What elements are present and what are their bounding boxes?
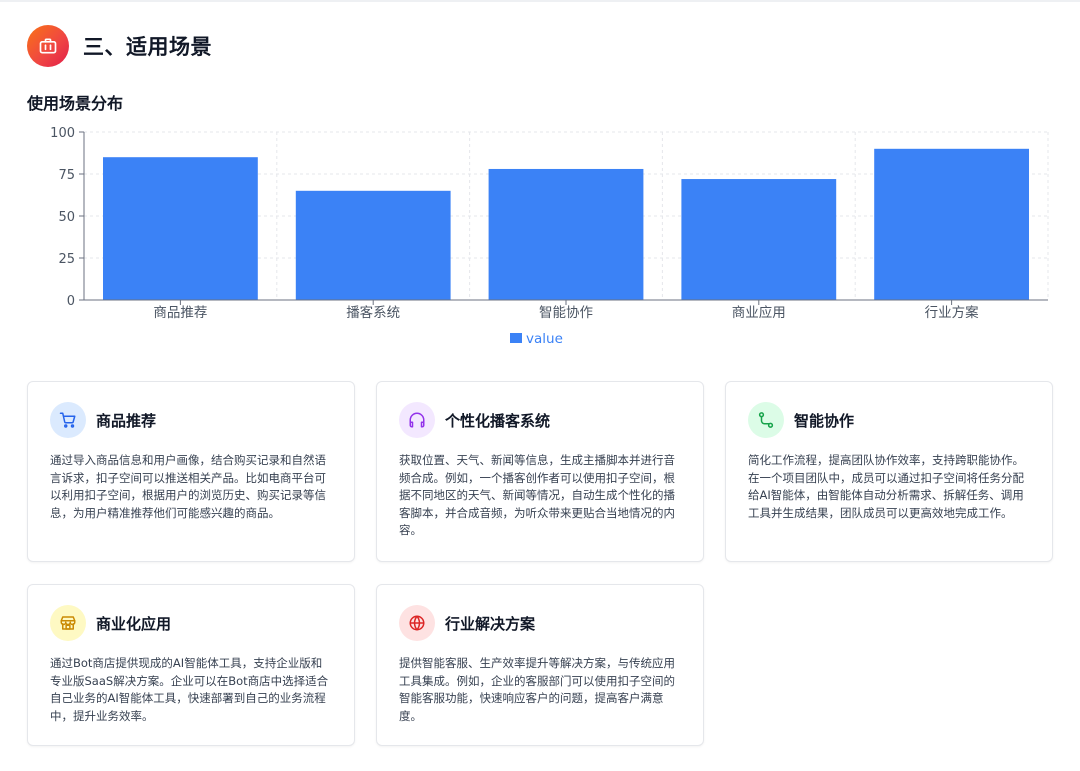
scenario-card-collaboration: 智能协作 简化工作流程，提高团队协作效率，支持跨职能协作。在一个项目团队中，成员… bbox=[725, 381, 1053, 562]
card-title: 行业解决方案 bbox=[445, 614, 536, 633]
card-title: 智能协作 bbox=[794, 411, 855, 430]
card-description: 通过Bot商店提供现成的AI智能体工具，支持企业版和专业版SaaS解决方案。企业… bbox=[50, 656, 329, 723]
x-tick-label: 行业方案 bbox=[925, 304, 979, 321]
y-tick-label: 100 bbox=[50, 126, 75, 141]
card-title: 商品推荐 bbox=[96, 411, 157, 430]
legend-label: value bbox=[526, 331, 563, 347]
y-tick-label: 50 bbox=[58, 210, 75, 225]
card-description: 获取位置、天气、新闻等信息，生成主播脚本并进行音频合成。例如，一个播客创作者可以… bbox=[399, 453, 675, 537]
y-tick-label: 0 bbox=[67, 294, 75, 309]
bar-chart: 0 25 50 75 100 商品推荐 播客系统 智能协作 商业应用 行业方案 value bbox=[50, 126, 1049, 347]
y-tick-label: 25 bbox=[58, 252, 75, 267]
x-tick-label: 播客系统 bbox=[346, 304, 400, 321]
bar-行业方案 bbox=[874, 148, 1029, 300]
shopping-cart-icon bbox=[50, 402, 86, 438]
chart-title: 使用场景分布 bbox=[27, 94, 124, 113]
card-description: 通过导入商品信息和用户画像，结合购买记录和自然语言诉求，扣子空间可以推送相关产品… bbox=[50, 453, 326, 520]
scenario-card-podcast: 个性化播客系统 获取位置、天气、新闻等信息，生成主播脚本并进行音频合成。例如，一… bbox=[376, 381, 704, 562]
x-tick-label: 商业应用 bbox=[732, 304, 786, 321]
section-header: 三、适用场景 bbox=[27, 25, 212, 67]
scenario-card-commercial: 商业化应用 通过Bot商店提供现成的AI智能体工具，支持企业版和专业版SaaS解… bbox=[27, 584, 355, 746]
briefcase-icon bbox=[27, 25, 69, 67]
legend-swatch bbox=[510, 333, 522, 343]
top-divider bbox=[0, 0, 1080, 2]
card-title: 商业化应用 bbox=[96, 614, 172, 633]
bar-商业应用 bbox=[681, 179, 837, 300]
bar-播客系统 bbox=[295, 190, 451, 300]
y-tick-label: 75 bbox=[58, 168, 75, 183]
card-description: 简化工作流程，提高团队协作效率，支持跨职能协作。在一个项目团队中，成员可以通过扣… bbox=[748, 453, 1024, 520]
store-icon bbox=[50, 605, 86, 641]
headphones-icon bbox=[399, 402, 435, 438]
scenario-card-industry: 行业解决方案 提供智能客服、生产效率提升等解决方案，与传统应用工具集成。例如，企… bbox=[376, 584, 704, 746]
x-tick-label: 智能协作 bbox=[539, 305, 593, 321]
card-description: 提供智能客服、生产效率提升等解决方案，与传统应用工具集成。例如，企业的客服部门可… bbox=[399, 656, 675, 723]
scenario-card-product-recommendation: 商品推荐 通过导入商品信息和用户画像，结合购买记录和自然语言诉求，扣子空间可以推… bbox=[27, 381, 355, 562]
route-icon bbox=[748, 402, 784, 438]
globe-icon bbox=[399, 605, 435, 641]
bar-商品推荐 bbox=[103, 157, 258, 300]
x-tick-label: 商品推荐 bbox=[153, 305, 207, 321]
section-title: 三、适用场景 bbox=[83, 35, 212, 59]
card-title: 个性化播客系统 bbox=[445, 411, 551, 430]
bar-智能协作 bbox=[488, 168, 644, 300]
